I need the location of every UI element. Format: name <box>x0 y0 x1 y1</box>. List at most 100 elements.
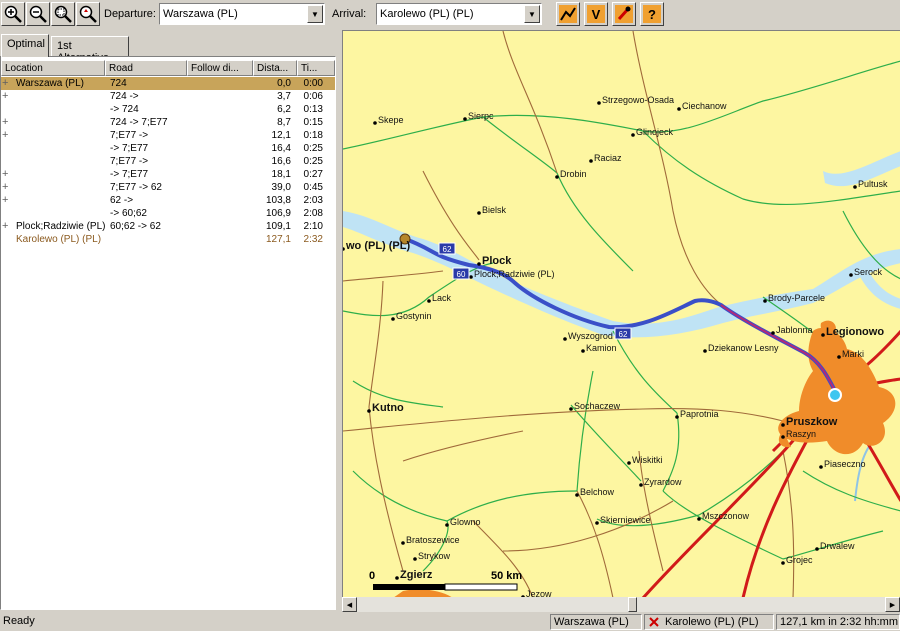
column-location[interactable]: Location <box>1 60 105 76</box>
scroll-left-icon[interactable]: ◀ <box>342 597 357 612</box>
expand-toggle[interactable]: + <box>2 168 12 181</box>
map-view[interactable]: Skepe Sierpc Strzegowo-Osada Ciechanow Glino… <box>342 30 900 597</box>
map-canvas: Skepe Sierpc Strzegowo-Osada Ciechanow Glino… <box>343 31 900 597</box>
expand-toggle[interactable]: + <box>2 116 12 129</box>
route-calc-button[interactable] <box>556 2 580 26</box>
row-time: 0:18 <box>303 130 323 141</box>
arrival-combo[interactable]: Karolewo (PL) (PL) ▼ <box>376 3 542 25</box>
table-row[interactable]: 7;E77 -> 16,6 0:25 <box>1 155 335 168</box>
expand-toggle[interactable]: + <box>2 181 12 194</box>
row-distance: 3,7 <box>277 91 291 102</box>
itinerary-list[interactable]: Location Road Follow di... Dista... Ti..… <box>0 56 336 610</box>
town-label: Paprotnia <box>680 409 719 419</box>
expand-toggle[interactable]: + <box>2 220 12 233</box>
town-label: Marki <box>842 349 864 359</box>
town-label: Pultusk <box>858 179 888 189</box>
town-dot <box>575 493 579 497</box>
town-label: Serock <box>854 267 883 277</box>
town-dot <box>763 299 767 303</box>
chevron-down-icon[interactable]: ▼ <box>524 5 540 23</box>
row-time: 0:25 <box>303 143 323 154</box>
column-time[interactable]: Ti... <box>297 60 335 76</box>
zoom-all-icon <box>79 5 97 23</box>
departure-label: Departure: <box>104 8 156 20</box>
town-label: Zyrardow <box>644 477 682 487</box>
zoom-in-button[interactable] <box>1 2 25 26</box>
town-dot <box>781 435 785 439</box>
town-label: Mszczonow <box>702 511 750 521</box>
town-dot <box>477 262 481 266</box>
table-row[interactable]: +7;E77 -> 62 39,0 0:45 <box>1 181 335 194</box>
zoom-window-button[interactable] <box>51 2 75 26</box>
table-row[interactable]: -> 7;E77 16,4 0:25 <box>1 142 335 155</box>
expand-toggle[interactable]: + <box>2 194 12 207</box>
table-row[interactable]: + Plock;Radziwie (PL) 60;62 -> 62 109,1 2:10 <box>1 220 335 233</box>
row-road: 724 -> <box>110 91 139 102</box>
help-button[interactable]: ? <box>640 2 664 26</box>
town-dot <box>781 561 785 565</box>
via-button[interactable]: V <box>584 2 608 26</box>
itinerary-panel: Optimal 1st Alternative Location Road Fo… <box>0 30 336 612</box>
town-label: Bratoszewice <box>406 535 460 545</box>
town-dot <box>677 107 681 111</box>
row-time: 0:00 <box>303 78 323 89</box>
expand-toggle[interactable]: + <box>2 77 12 90</box>
town-dot <box>819 465 823 469</box>
tab-optimal[interactable]: Optimal <box>1 34 49 57</box>
departure-marker[interactable] <box>828 388 842 402</box>
row-road: -> 724 <box>110 104 139 115</box>
scroll-thumb[interactable] <box>628 597 637 612</box>
town-dot <box>391 317 395 321</box>
town-label: Belchow <box>580 487 615 497</box>
table-row[interactable]: -> 724 6,2 0:13 <box>1 103 335 116</box>
options-button[interactable] <box>612 2 636 26</box>
help-icon: ? <box>643 5 661 23</box>
town-dot <box>837 355 841 359</box>
table-row[interactable]: + -> 7;E77 18,1 0:27 <box>1 168 335 181</box>
town-dot <box>343 247 345 251</box>
row-road: 7;E77 -> 62 <box>110 182 162 193</box>
row-distance: 39,0 <box>271 182 291 193</box>
departure-combo[interactable]: Warszawa (PL) ▼ <box>159 3 325 25</box>
table-row[interactable]: +62 -> 103,8 2:03 <box>1 194 335 207</box>
column-distance[interactable]: Dista... <box>253 60 297 76</box>
lodz-area <box>394 589 452 597</box>
row-distance: 8,7 <box>277 117 291 128</box>
zoom-out-button[interactable] <box>26 2 50 26</box>
town-label: Drobin <box>560 169 587 179</box>
road-shield-label: 62 <box>443 245 452 254</box>
table-row[interactable]: +724 -> 3,7 0:06 <box>1 90 335 103</box>
row-time: 0:45 <box>303 182 323 193</box>
expand-toggle[interactable]: + <box>2 90 12 103</box>
table-row[interactable]: +7;E77 -> 12,1 0:18 <box>1 129 335 142</box>
town-dot <box>463 117 467 121</box>
town-dot <box>639 483 643 487</box>
town-dot <box>853 185 857 189</box>
column-follow-direction[interactable]: Follow di... <box>187 60 253 76</box>
table-row[interactable]: -> 60;62 106,9 2:08 <box>1 207 335 220</box>
expand-toggle[interactable]: + <box>2 129 12 142</box>
town-dot <box>569 407 573 411</box>
status-summary: 127,1 km in 2:32 hh:mm <box>776 614 900 630</box>
svg-text:?: ? <box>648 7 656 22</box>
row-road: -> 7;E77 <box>110 169 149 180</box>
tab-1st-alternative[interactable]: 1st Alternative <box>51 36 129 64</box>
town-dot <box>597 101 601 105</box>
via-icon: V <box>587 5 605 23</box>
zoom-all-button[interactable] <box>76 2 100 26</box>
town-label: wo (PL) (PL) <box>345 240 410 252</box>
table-row[interactable]: Karolewo (PL) (PL) 127,1 2:32 <box>1 233 335 246</box>
table-row[interactable]: +724 -> 7;E77 8,7 0:15 <box>1 116 335 129</box>
town-label: Ciechanow <box>682 101 727 111</box>
row-road: 724 <box>110 78 127 89</box>
chevron-down-icon[interactable]: ▼ <box>307 5 323 23</box>
table-row[interactable]: + Warszawa (PL) 724 0,0 0:00 <box>1 77 335 90</box>
town-dot <box>427 299 431 303</box>
town-dot <box>849 273 853 277</box>
scroll-right-icon[interactable]: ▶ <box>885 597 900 612</box>
town-label: Wiskitki <box>632 455 663 465</box>
column-road[interactable]: Road <box>105 60 187 76</box>
map-horizontal-scrollbar[interactable]: ◀ ▶ <box>342 597 900 612</box>
row-time: 0:13 <box>303 104 323 115</box>
town-label: Sierpc <box>468 111 494 121</box>
